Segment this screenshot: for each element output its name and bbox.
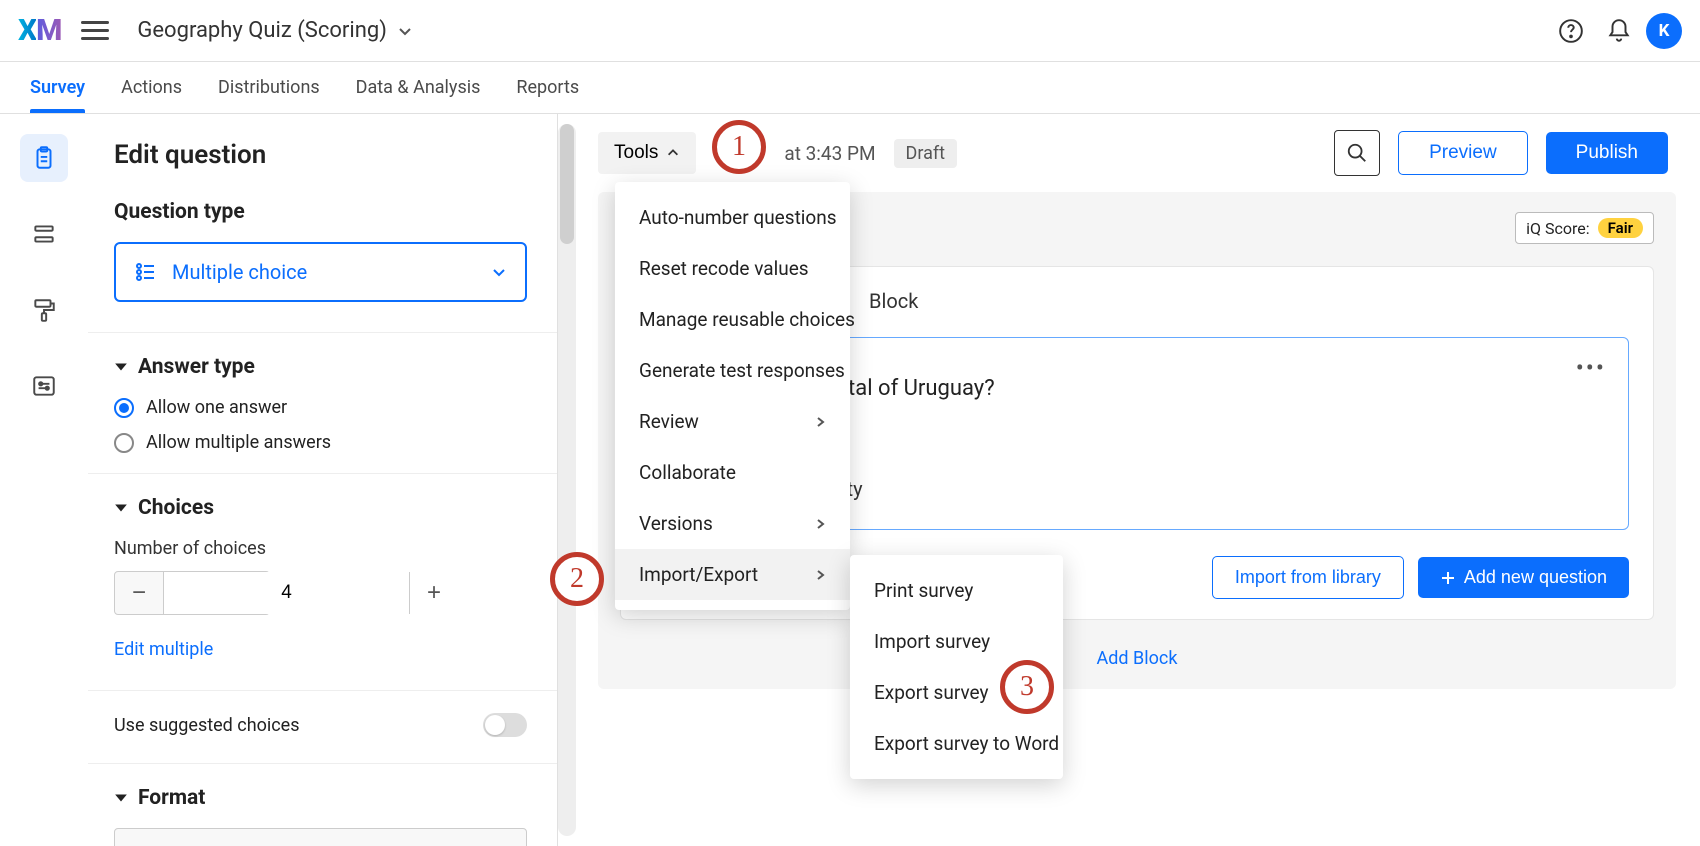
main-nav: Survey Actions Distributions Data & Anal… [0,62,1700,114]
submenu-import-survey[interactable]: Import survey [850,616,1080,667]
import-from-library-button[interactable]: Import from library [1212,556,1404,599]
qtype-section-title: Question type [114,200,527,224]
avatar-initial: K [1659,21,1670,41]
iq-score-badge: Fair [1598,218,1643,238]
nav-data-analysis[interactable]: Data & Analysis [356,62,481,113]
search-button[interactable] [1334,130,1380,176]
notifications-button[interactable] [1598,10,1640,52]
edit-multiple-link[interactable]: Edit multiple [114,639,213,660]
stepper-minus[interactable]: − [115,572,163,614]
question-more-icon[interactable]: ••• [1576,354,1606,382]
logo-x: X [18,13,36,48]
rail-options[interactable] [20,362,68,410]
num-choices-label: Number of choices [114,538,527,559]
format-section[interactable]: Format [114,786,527,810]
chevron-down-icon [397,23,413,39]
left-rail [0,114,88,846]
preview-button[interactable]: Preview [1398,131,1528,175]
answer-type-title: Answer type [138,355,255,379]
format-select[interactable]: List [114,828,527,846]
num-choices-input[interactable] [163,572,410,614]
saved-timestamp: at 3:43 PM [784,142,875,165]
add-new-question-label: Add new question [1464,567,1607,588]
choices-section[interactable]: Choices [114,496,527,520]
menu-review[interactable]: Review [615,396,850,447]
plus-icon [1440,570,1456,586]
add-block-link[interactable]: Add Block [620,648,1654,669]
draft-badge: Draft [894,139,958,168]
chevron-down-icon [491,264,507,280]
submenu-export-survey[interactable]: Export survey [850,667,1080,718]
chevron-right-icon [814,569,826,581]
menu-manage-reusable[interactable]: Manage reusable choices [615,294,850,345]
nav-reports[interactable]: Reports [516,62,579,113]
use-suggested-label: Use suggested choices [114,715,300,736]
sliders-icon [31,373,57,399]
menu-import-export[interactable]: Import/Export [615,549,850,600]
choices-title: Choices [138,496,214,520]
help-icon [1558,18,1584,44]
tools-menu: Auto-number questions Reset recode value… [615,182,850,610]
radio-allow-multi-label: Allow multiple answers [146,432,331,453]
nav-distributions[interactable]: Distributions [218,62,320,113]
radio-icon-checked [114,398,134,418]
rail-builder[interactable] [20,134,68,182]
project-title-dropdown[interactable]: Geography Quiz (Scoring) [137,18,413,43]
edit-question-panel: Edit question Question type Multiple cho… [88,114,558,846]
help-button[interactable] [1550,10,1592,52]
radio-allow-one[interactable]: Allow one answer [114,397,527,418]
num-choices-stepper[interactable]: − + [114,571,270,615]
bell-icon [1606,18,1632,44]
nav-survey[interactable]: Survey [30,62,85,113]
submenu-export-word[interactable]: Export survey to Word [850,718,1080,769]
menu-collaborate[interactable]: Collaborate [615,447,850,498]
search-icon [1346,142,1368,164]
menu-reset-recode[interactable]: Reset recode values [615,243,850,294]
import-export-submenu: Print survey Import survey Export survey… [850,555,1063,779]
radio-allow-one-label: Allow one answer [146,397,287,418]
stepper-plus[interactable]: + [410,572,458,614]
avatar[interactable]: K [1646,13,1682,49]
iq-label: iQ Score: [1526,219,1590,238]
flow-icon [31,221,57,247]
chevron-right-icon [814,416,826,428]
answer-type-section[interactable]: Answer type [114,355,527,379]
menu-auto-number[interactable]: Auto-number questions [615,192,850,243]
xm-logo[interactable]: XM [18,13,61,48]
tools-label: Tools [614,142,658,164]
radio-icon-unchecked [114,433,134,453]
block-title-text: Block [869,289,918,313]
chevron-right-icon [814,518,826,530]
question-type-select[interactable]: Multiple choice [114,242,527,302]
caret-down-icon [114,501,128,515]
publish-button[interactable]: Publish [1546,132,1668,174]
app-header: XM Geography Quiz (Scoring) K [0,0,1700,62]
submenu-print-survey[interactable]: Print survey [850,565,1080,616]
nav-actions[interactable]: Actions [121,62,182,113]
iq-score-pill[interactable]: iQ Score: Fair [1515,212,1654,244]
clipboard-icon [31,145,57,171]
menu-generate-test[interactable]: Generate test responses [615,345,850,396]
logo-m: M [36,13,61,48]
panel-heading: Edit question [114,140,527,170]
format-value: List [131,843,496,846]
use-suggested-toggle[interactable] [483,713,527,737]
format-title: Format [138,786,205,810]
qtype-value: Multiple choice [172,260,491,284]
paint-roller-icon [31,297,57,323]
rail-flow[interactable] [20,210,68,258]
rail-look-feel[interactable] [20,286,68,334]
chevron-up-icon [666,146,680,160]
caret-down-icon [114,791,128,805]
menu-icon[interactable] [81,17,109,45]
caret-down-icon [114,360,128,374]
add-new-question-button[interactable]: Add new question [1418,557,1629,598]
menu-versions[interactable]: Versions [615,498,850,549]
radio-allow-multi[interactable]: Allow multiple answers [114,432,527,453]
use-suggested-row: Use suggested choices [114,713,527,737]
tools-dropdown-button[interactable]: Tools [598,132,696,174]
project-title-text: Geography Quiz (Scoring) [137,18,387,43]
multiple-choice-icon [134,260,158,284]
scrollbar[interactable] [558,124,576,836]
